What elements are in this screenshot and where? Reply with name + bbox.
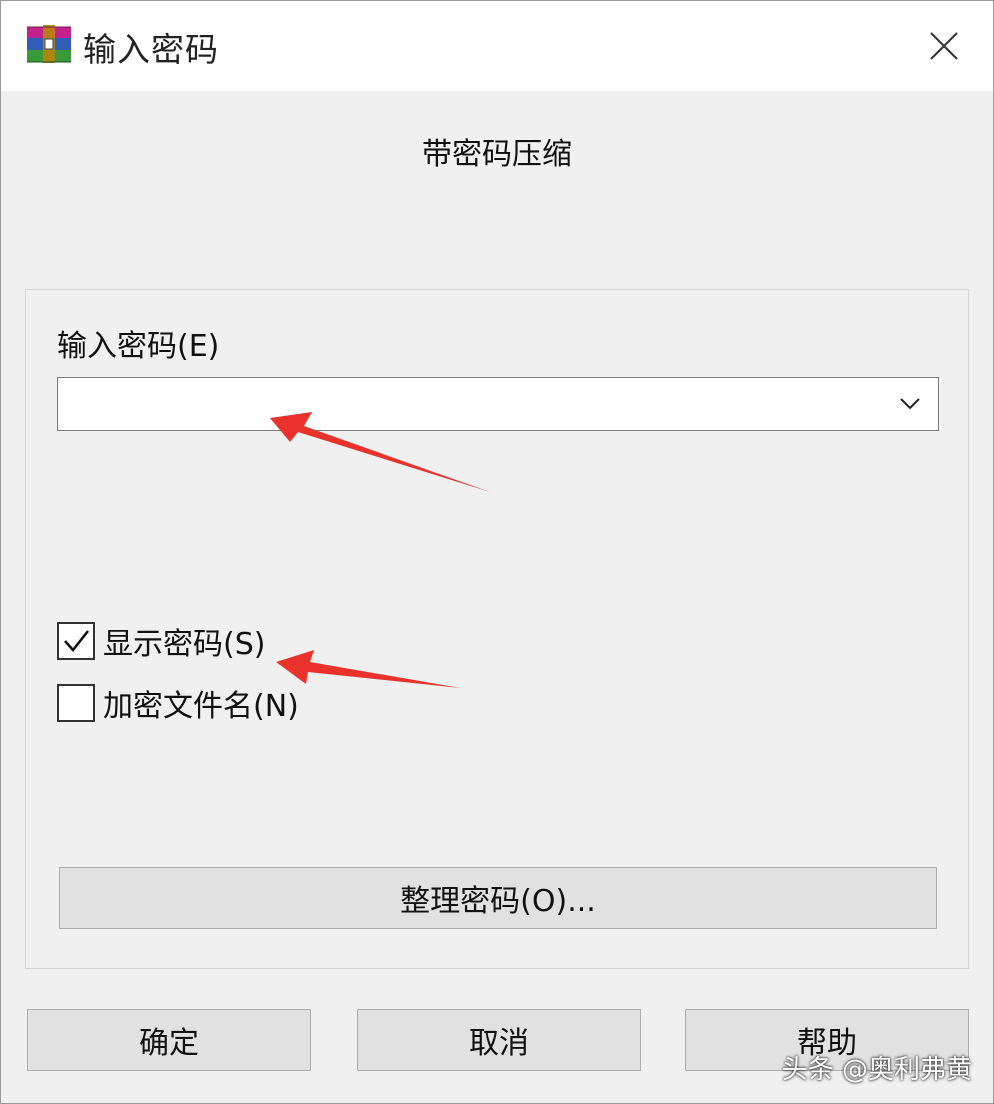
password-input[interactable] <box>58 378 878 430</box>
password-combobox[interactable] <box>57 377 939 431</box>
close-icon <box>930 32 958 60</box>
window-title: 输入密码 <box>83 30 219 69</box>
password-dialog: 输入密码 带密码压缩 输入密码(E) 显示密码(S) 加密文件名(N) 整理密码… <box>0 0 994 1104</box>
dialog-header-label: 带密码压缩 <box>422 137 572 172</box>
show-password-label: 显示密码(S) <box>103 627 266 662</box>
password-dropdown-button[interactable] <box>890 386 930 422</box>
password-field-label: 输入密码(E) <box>57 329 220 364</box>
encrypt-filenames-checkbox[interactable] <box>57 684 95 722</box>
checkmark-icon <box>64 630 89 652</box>
chevron-down-icon <box>900 398 920 410</box>
title-bar: 输入密码 <box>1 1 993 91</box>
show-password-option[interactable]: 显示密码(S) <box>57 619 265 663</box>
encrypt-filenames-option[interactable]: 加密文件名(N) <box>57 681 299 725</box>
close-button[interactable] <box>913 17 975 75</box>
encrypt-filenames-label: 加密文件名(N) <box>103 689 299 724</box>
show-password-checkbox[interactable] <box>57 622 95 660</box>
winrar-books-icon <box>27 25 71 63</box>
ok-button[interactable]: 确定 <box>27 1009 311 1071</box>
watermark-text: 头条 @奥利弗黄 <box>781 1055 972 1085</box>
organize-passwords-button[interactable]: 整理密码(O)... <box>59 867 937 929</box>
cancel-button[interactable]: 取消 <box>357 1009 641 1071</box>
